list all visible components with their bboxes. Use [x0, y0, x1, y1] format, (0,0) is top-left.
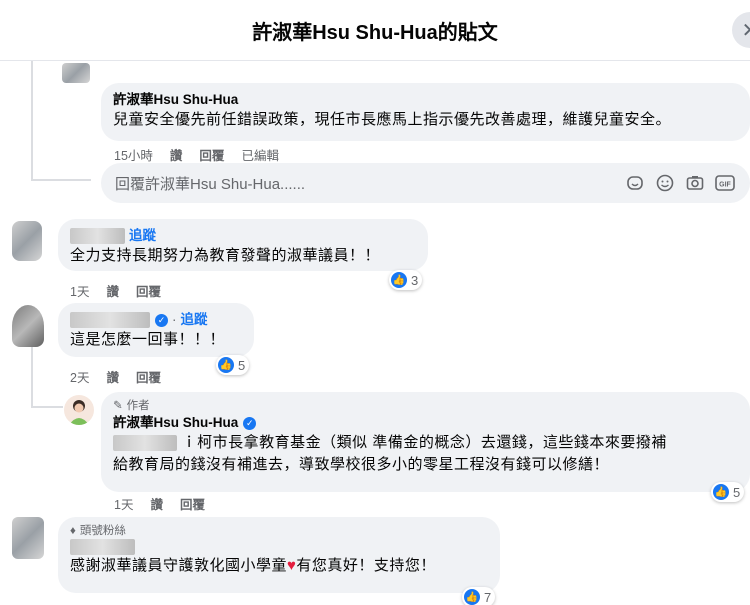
close-button[interactable]: ✕	[732, 12, 750, 48]
comment-text: 感謝淑華議員守護敦化國小學童	[70, 557, 288, 574]
comment-bubble: ✎ 作者 許淑華Hsu Shu-Hua ✓ ｉ柯市長拿教育基金（類似 準備金的概念）…	[101, 392, 750, 492]
comment-bubble: 許淑華Hsu Shu-Hua 兒童安全優先前任錯誤政策，現任市長應馬上指示優先改…	[101, 83, 750, 141]
comment-text-line2: 給教育局的錢沒有補進去，導致學校很多小的零星工程沒有錢可以修繕！	[113, 456, 610, 473]
svg-text:GIF: GIF	[719, 182, 731, 189]
timestamp[interactable]: 1天	[114, 494, 133, 513]
avatar-sticker-icon[interactable]	[624, 172, 646, 194]
reaction-number: 5	[238, 357, 246, 373]
like-link[interactable]: 讚	[106, 281, 119, 300]
follow-link[interactable]: 追蹤	[181, 311, 208, 329]
close-icon: ✕	[741, 19, 750, 42]
commenter-name[interactable]	[70, 539, 135, 555]
reply-link[interactable]: 回覆	[180, 494, 205, 513]
page-title: 許淑華Hsu Shu-Hua的貼文	[252, 21, 498, 44]
reply-link[interactable]: 回覆	[136, 281, 161, 300]
top-fan-diamond-icon: ♦	[70, 525, 76, 537]
top-fan-badge: 頭號粉絲	[79, 525, 126, 537]
reply-link[interactable]: 回覆	[199, 145, 224, 164]
comment-meta: 1天 讚 回覆	[70, 281, 161, 300]
commenter-name[interactable]	[70, 228, 125, 244]
avatar[interactable]	[12, 221, 42, 261]
avatar[interactable]	[12, 517, 44, 559]
thread-connector	[31, 406, 63, 408]
comment-text: ｉ柯市長拿教育基金（類似 準備金的概念）去還錢，這些錢本來要撥補	[181, 434, 667, 451]
reaction-number: 5	[733, 484, 741, 500]
comment-meta: 1天 讚 回覆	[114, 494, 205, 513]
commenter-name[interactable]	[70, 312, 150, 328]
comment-bubble: ✓ · 追蹤 這是怎麼一回事！！！	[58, 303, 254, 357]
like-reaction-icon: 👍	[713, 484, 729, 500]
reply-input[interactable]: 回覆許淑華Hsu Shu-Hua...... GIF	[101, 163, 750, 203]
dialog-header: 許淑華Hsu Shu-Hua的貼文 ✕	[0, 0, 750, 61]
author-pen-icon: ✎	[113, 400, 123, 412]
reaction-count[interactable]: 👍 7	[462, 587, 496, 605]
reaction-count[interactable]: 👍 5	[216, 355, 250, 375]
commenter-name[interactable]: 許淑華Hsu Shu-Hua	[113, 91, 238, 109]
comment-text: 全力支持長期努力為教育發聲的淑華議員！！	[70, 247, 381, 264]
mention-tag[interactable]	[113, 435, 177, 452]
author-avatar[interactable]	[64, 395, 94, 425]
reply-link[interactable]: 回覆	[136, 367, 161, 386]
commenter-name[interactable]: 許淑華Hsu Shu-Hua	[113, 414, 238, 432]
comment-text-cont: 有您真好！支持您！	[296, 557, 436, 574]
like-reaction-icon: 👍	[464, 589, 480, 605]
thread-line	[31, 61, 33, 179]
comment-text: 兒童安全優先前任錯誤政策，現任市長應馬上指示優先改善處理，維護兒童安全。	[113, 111, 672, 128]
author-label: 作者	[126, 400, 150, 412]
like-link[interactable]: 讚	[106, 367, 119, 386]
like-link[interactable]: 讚	[170, 145, 183, 164]
verified-badge-icon: ✓	[243, 416, 257, 430]
thread-connector	[31, 179, 91, 181]
timestamp[interactable]: 2天	[70, 367, 89, 386]
reaction-number: 3	[411, 272, 419, 288]
emoji-icon[interactable]	[654, 172, 676, 194]
heart-emoji-icon: ♥	[287, 557, 297, 574]
reaction-number: 7	[484, 589, 492, 605]
comment-text: 這是怎麼一回事！！！	[70, 331, 226, 348]
comment-meta: 15小時 讚 回覆 已編輯	[114, 145, 279, 164]
avatar[interactable]	[62, 63, 90, 83]
gif-icon[interactable]: GIF	[714, 172, 736, 194]
comment-bubble: ♦ 頭號粉絲 感謝淑華議員守護敦化國小學童♥有您真好！支持您！	[58, 517, 500, 593]
comment-bubble: 追蹤 全力支持長期努力為教育發聲的淑華議員！！	[58, 219, 428, 271]
like-reaction-icon: 👍	[218, 357, 234, 373]
reaction-count[interactable]: 👍 5	[711, 482, 745, 502]
verified-badge-icon: ✓	[155, 313, 168, 327]
reply-placeholder: 回覆許淑華Hsu Shu-Hua......	[115, 175, 306, 193]
comments-list[interactable]: 許淑華Hsu Shu-Hua 兒童安全優先前任錯誤政策，現任市長應馬上指示優先改…	[0, 61, 750, 605]
like-reaction-icon: 👍	[391, 272, 407, 288]
edited-label: 已編輯	[241, 149, 279, 163]
reaction-count[interactable]: 👍 3	[389, 270, 423, 290]
comment-meta: 2天 讚 回覆	[70, 367, 161, 386]
follow-link[interactable]: 追蹤	[129, 227, 156, 245]
timestamp[interactable]: 15小時	[114, 145, 153, 164]
timestamp[interactable]: 1天	[70, 281, 89, 300]
like-link[interactable]: 讚	[150, 494, 163, 513]
camera-icon[interactable]	[684, 172, 706, 194]
avatar[interactable]	[12, 305, 44, 347]
